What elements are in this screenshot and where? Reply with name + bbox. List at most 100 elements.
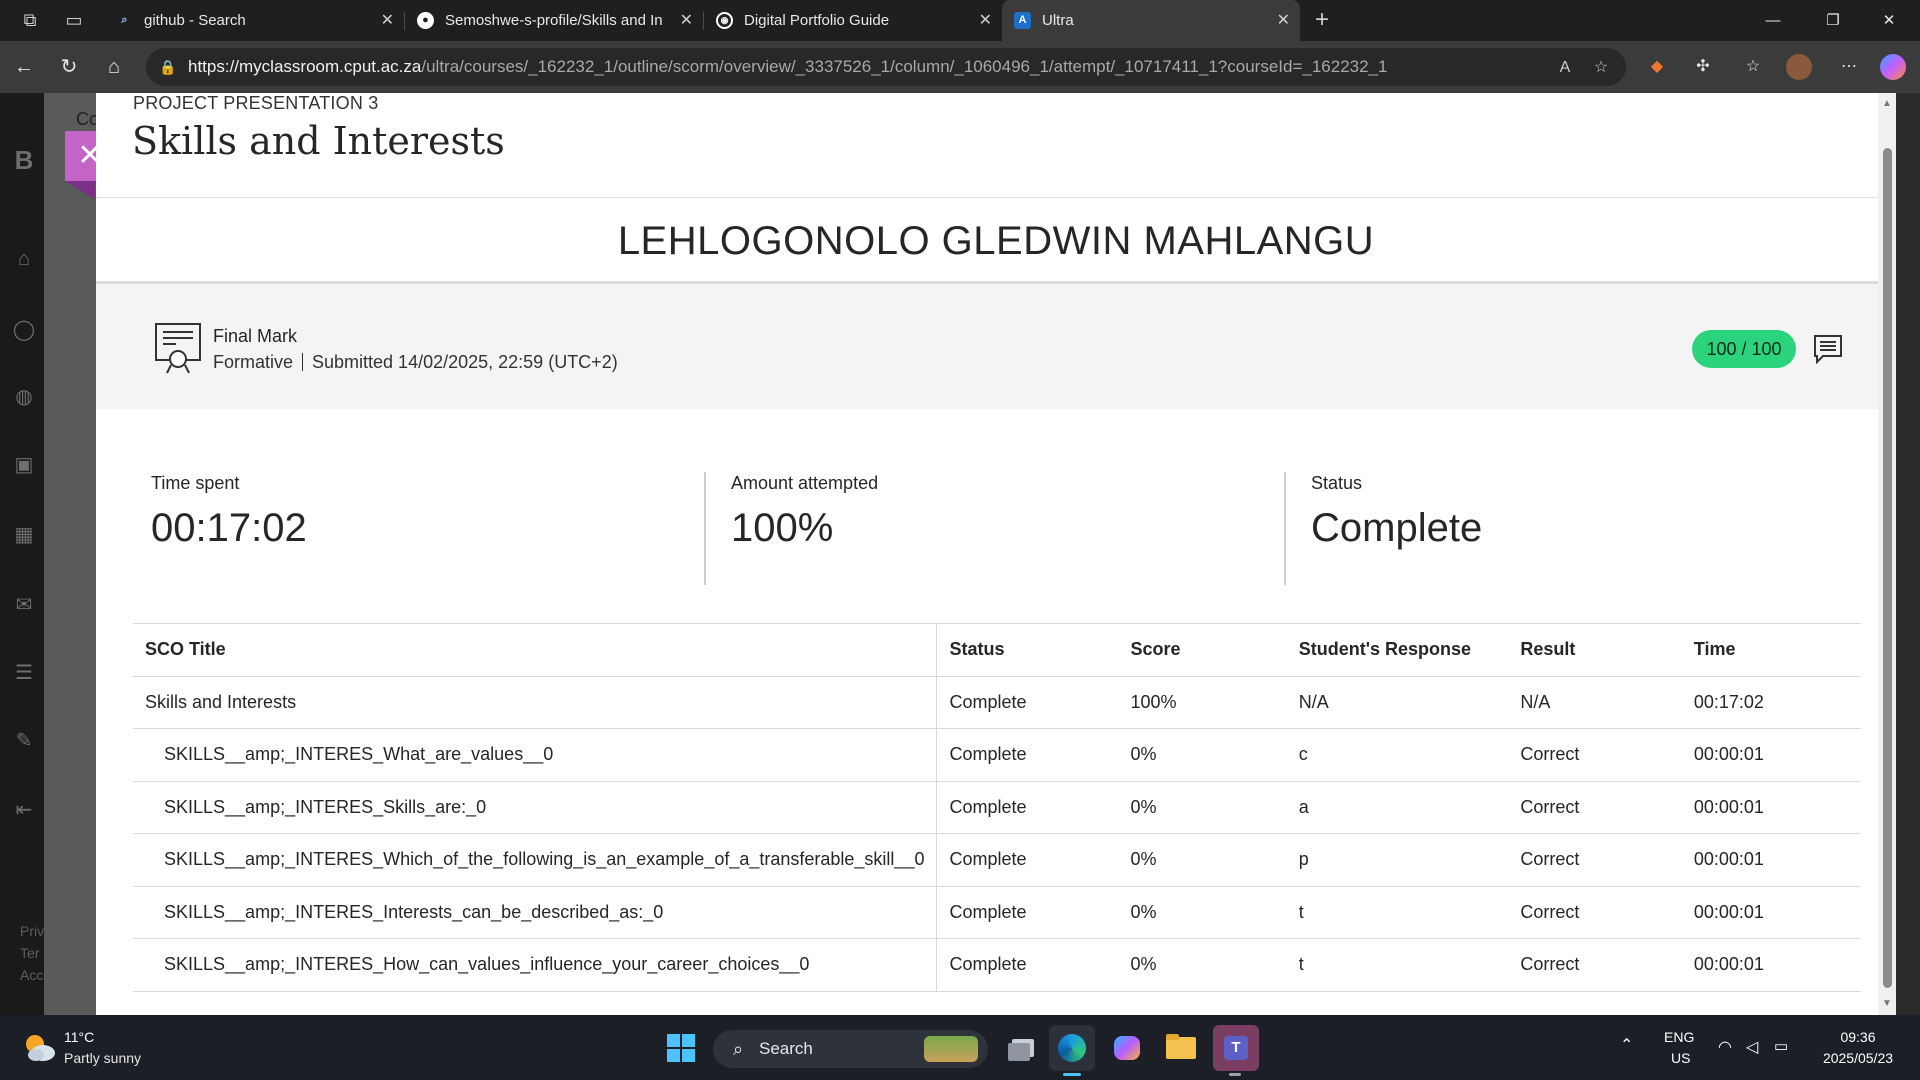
tab-github-repo[interactable]: ● Semoshwe-s-profile/Skills and Int ✕ — [405, 0, 703, 41]
column-header-score: Score — [1118, 623, 1287, 677]
search-highlight-icon — [924, 1036, 978, 1062]
running-indicator — [1063, 1073, 1081, 1076]
attempt-overview-panel: PROJECT PRESENTATION 3 Skills and Intere… — [96, 93, 1896, 1015]
cell-sco-title: SKILLS__amp;_INTERES_Interests_can_be_de… — [133, 886, 938, 939]
weather-description[interactable]: Partly sunny — [64, 1050, 141, 1066]
tab-title: Ultra — [1042, 12, 1074, 29]
cell-sco-title: SKILLS__amp;_INTERES_What_are_values__0 — [133, 728, 938, 782]
show-hidden-icons[interactable]: ⌃ — [1620, 1035, 1633, 1055]
modal-scrollbar[interactable]: ▲ ▼ — [1878, 93, 1896, 1015]
favorites-icon[interactable]: ☆ — [1740, 54, 1766, 80]
url-text[interactable]: https://myclassroom.cput.ac.za/ultra/cou… — [188, 48, 1387, 86]
tab-ultra[interactable]: A Ultra ✕ — [1002, 0, 1300, 41]
wifi-icon[interactable]: ◠ — [1718, 1037, 1732, 1057]
volume-icon[interactable]: ◁ — [1746, 1037, 1758, 1057]
clock-time[interactable]: 09:36 — [1823, 1029, 1893, 1045]
globe-icon[interactable]: ◍ — [12, 385, 36, 409]
stat-label: Time spent — [151, 473, 240, 493]
table-header-row: SCO Title Status Score Student's Respons… — [133, 623, 1861, 677]
calendar-icon[interactable]: ▦ — [12, 523, 36, 547]
final-mark-label: Final Mark — [213, 326, 298, 346]
workspaces-icon[interactable]: ⧉ — [19, 9, 41, 31]
grade-pill[interactable]: 100 / 100 — [1692, 330, 1796, 368]
copilot-app-icon[interactable] — [1104, 1025, 1150, 1071]
cell-score: 0% — [1118, 781, 1287, 834]
search-icon: ⌕ — [732, 1039, 744, 1059]
taskbar-search[interactable]: ⌕ Search — [713, 1030, 988, 1068]
metamask-icon[interactable]: ◆ — [1644, 54, 1670, 80]
tab-github-search[interactable]: ⌕ github - Search ✕ — [104, 0, 404, 41]
table-row: Skills and Interests Complete 100% N/A N… — [133, 676, 1861, 729]
address-bar[interactable]: 🔒 https://myclassroom.cput.ac.za/ultra/c… — [146, 48, 1626, 86]
courses-icon[interactable]: ▣ — [12, 453, 36, 477]
back-icon[interactable]: ← — [10, 53, 38, 81]
final-mark-meta: Formative Submitted 14/02/2025, 22:59 (UT… — [213, 352, 618, 373]
footer-privacy[interactable]: Priv — [20, 923, 44, 939]
cell-score: 0% — [1118, 886, 1287, 939]
minimize-icon[interactable]: — — [1750, 0, 1796, 41]
grades-icon[interactable]: ☰ — [12, 661, 36, 685]
close-button-ribbon — [65, 181, 95, 199]
windows-start-icon[interactable] — [658, 1025, 704, 1071]
stat-value: Complete — [1311, 506, 1483, 550]
footer-terms[interactable]: Ter — [20, 945, 39, 961]
clock-date[interactable]: 2025/05/23 — [1813, 1050, 1903, 1066]
sign-out-icon[interactable]: ⇤ — [12, 798, 36, 822]
home-icon[interactable]: ⌂ — [100, 53, 128, 81]
feedback-icon[interactable] — [1813, 334, 1843, 364]
task-view-icon[interactable] — [1000, 1025, 1046, 1071]
cell-time: 00:00:01 — [1681, 938, 1861, 992]
globe-icon: ◉ — [716, 12, 733, 29]
footer-accessibility[interactable]: Acc — [20, 967, 43, 983]
edge-browser-icon[interactable] — [1049, 1025, 1095, 1071]
profile-avatar[interactable] — [1786, 54, 1812, 80]
new-tab-icon[interactable]: + — [1311, 8, 1333, 32]
sco-results-table: SCO Title Status Score Student's Respons… — [133, 623, 1861, 992]
student-name: LEHLOGONOLO GLEDWIN MAHLANGU — [617, 219, 1375, 263]
scrollbar-thumb[interactable] — [1883, 148, 1892, 988]
vertical-tabs-icon[interactable]: ▭ — [63, 9, 85, 31]
close-tab-icon[interactable]: ✕ — [1277, 0, 1290, 41]
weather-partly-sunny-icon[interactable] — [22, 1031, 56, 1063]
profile-icon[interactable]: ◯ — [12, 318, 36, 342]
cell-time: 00:00:01 — [1681, 886, 1861, 939]
refresh-icon[interactable]: ↻ — [55, 53, 83, 81]
scroll-down-icon[interactable]: ▼ — [1882, 999, 1892, 1009]
tab-portfolio-guide[interactable]: ◉ Digital Portfolio Guide ✕ — [704, 0, 1002, 41]
close-tab-icon[interactable]: ✕ — [979, 0, 992, 41]
maximize-icon[interactable]: ❐ — [1810, 0, 1856, 41]
scroll-up-icon[interactable]: ▲ — [1882, 99, 1892, 109]
stat-label: Amount attempted — [731, 473, 879, 493]
cell-score: 0% — [1118, 728, 1287, 782]
taskbar-search-label: Search — [759, 1039, 813, 1058]
input-language[interactable]: ENG — [1664, 1029, 1694, 1045]
extensions-icon[interactable]: ✣ — [1690, 54, 1716, 80]
stat-status: Status Complete — [1311, 473, 1482, 551]
weather-temperature[interactable]: 11°C — [64, 1029, 94, 1045]
table-row: SKILLS__amp;_INTERES_Interests_can_be_de… — [133, 886, 1861, 939]
edit-icon[interactable]: ✎ — [12, 729, 36, 753]
search-icon: ⌕ — [121, 14, 128, 26]
github-icon: ● — [417, 12, 434, 29]
teams-icon[interactable]: T — [1213, 1025, 1259, 1071]
cell-status: Complete — [936, 938, 1119, 992]
cell-score: 0% — [1118, 833, 1287, 887]
file-explorer-icon[interactable] — [1158, 1025, 1204, 1071]
close-window-icon[interactable]: ✕ — [1866, 0, 1912, 41]
lock-icon[interactable]: 🔒 — [158, 57, 178, 77]
battery-icon[interactable]: ▭ — [1774, 1037, 1788, 1055]
column-header-sco-title: SCO Title — [133, 623, 938, 677]
stat-value: 100% — [731, 506, 834, 550]
cell-result: N/A — [1508, 676, 1682, 729]
institution-icon[interactable]: ⌂ — [12, 247, 36, 271]
read-aloud-icon[interactable]: A — [1554, 57, 1576, 79]
close-tab-icon[interactable]: ✕ — [680, 0, 693, 41]
messages-icon[interactable]: ✉ — [12, 593, 36, 617]
input-region[interactable]: US — [1671, 1050, 1690, 1066]
copilot-icon[interactable] — [1880, 54, 1906, 80]
cell-score: 100% — [1118, 676, 1287, 729]
close-tab-icon[interactable]: ✕ — [381, 0, 394, 41]
more-options-icon[interactable]: ⋯ — [1836, 54, 1862, 80]
favorite-star-icon[interactable]: ☆ — [1590, 57, 1612, 79]
meta-separator — [302, 353, 304, 371]
